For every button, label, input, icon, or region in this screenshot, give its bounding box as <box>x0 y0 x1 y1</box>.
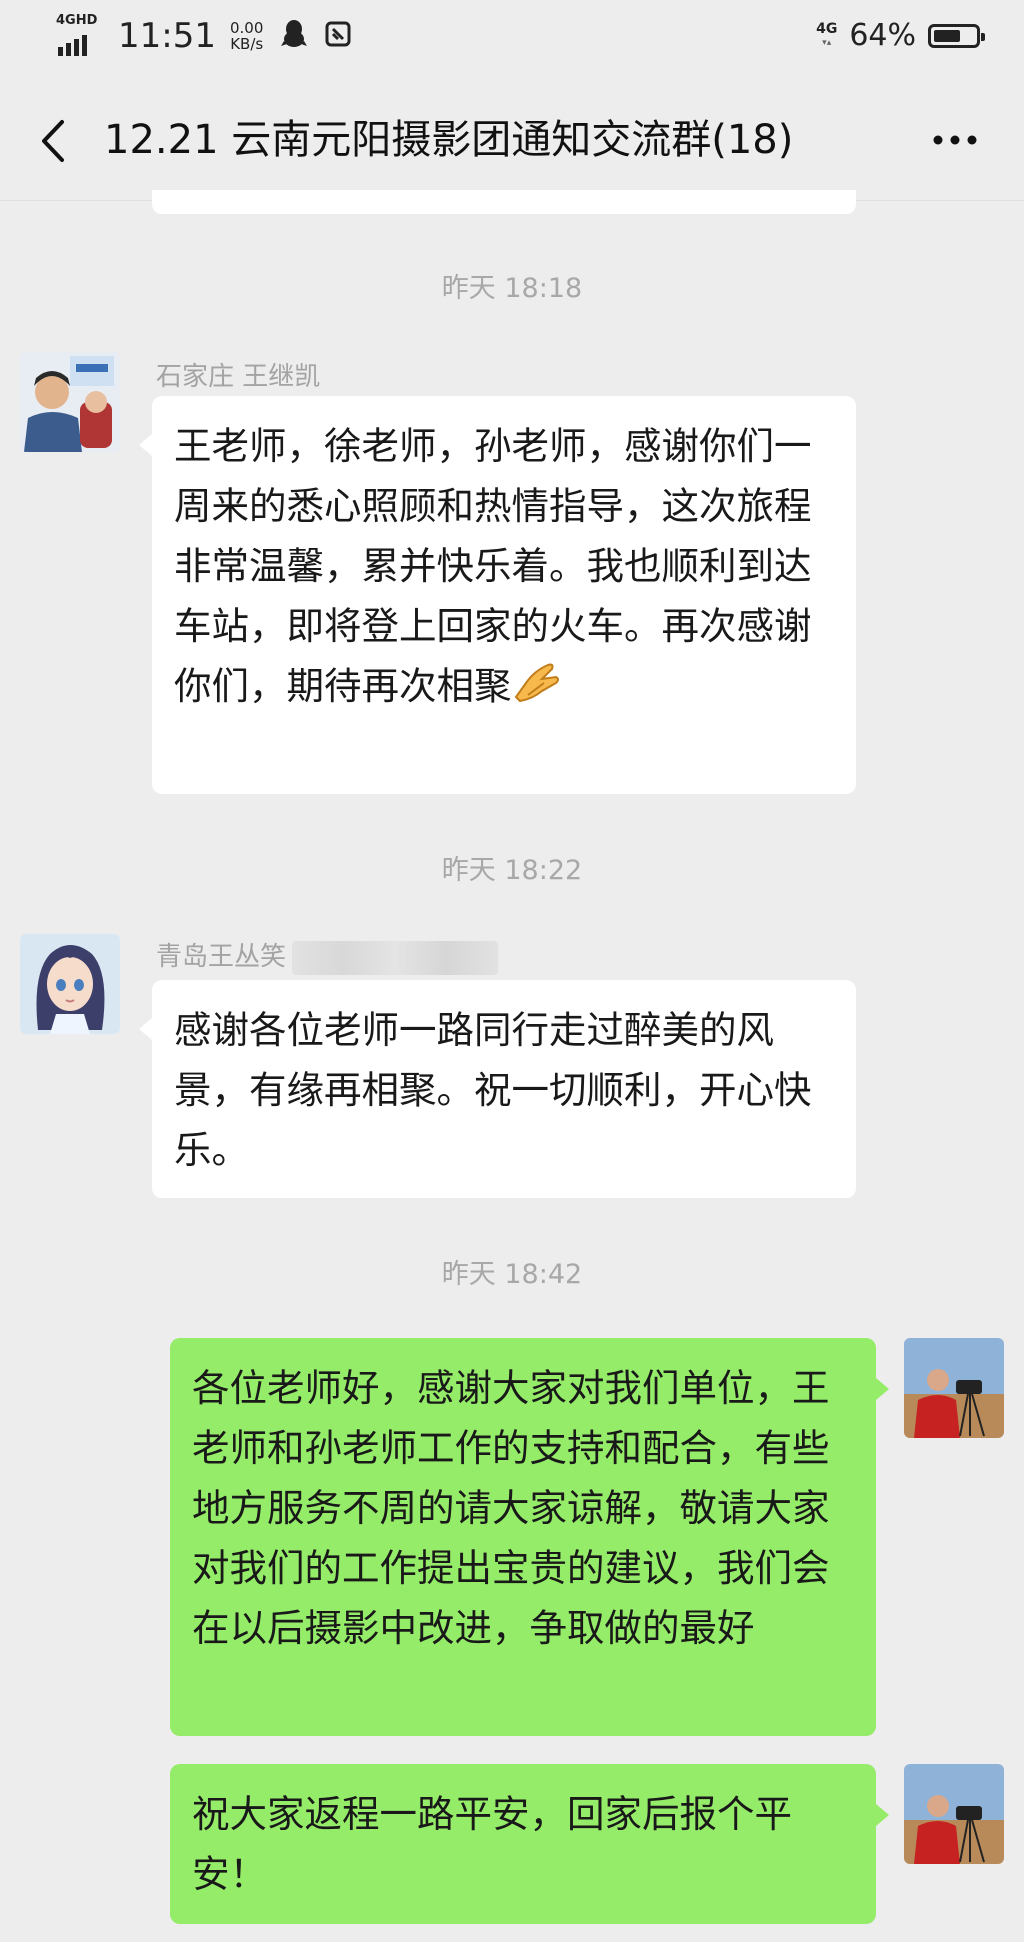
timestamp: 昨天 18:22 <box>441 855 583 886</box>
message-text: 王老师，徐老师，孙老师，感谢你们一周来的悉心照顾和热情指导，这次旅程非常温馨，累… <box>174 424 812 708</box>
message-text: 各位老师好，感谢大家对我们单位，王老师和孙老师工作的支持和配合，有些地方服务不周… <box>192 1366 830 1650</box>
message-bubble[interactable]: 各位老师好，感谢大家对我们单位，王老师和孙老师工作的支持和配合，有些地方服务不周… <box>170 1338 876 1736</box>
signal-icon: 4GHD <box>56 14 104 58</box>
mobile-data-icon: 4G ▾▴ <box>816 20 838 48</box>
timestamp: 昨天 18:42 <box>441 1259 583 1290</box>
folded-hands-icon <box>512 657 562 720</box>
speed-unit: KB/s <box>230 35 264 53</box>
more-dots-icon[interactable] <box>930 130 980 150</box>
chat-title: 12.21 云南元阳摄影团通知交流群(18) <box>104 117 794 163</box>
sender-name: 青岛王丛笑 <box>156 942 287 972</box>
sender-name: 石家庄 王继凯 <box>156 362 321 392</box>
message-bubble[interactable]: 祝大家返程一路平安，回家后报个平安！ <box>170 1764 876 1924</box>
chevron-left-icon[interactable] <box>34 116 74 166</box>
blurred-name-suffix <box>292 940 499 975</box>
avatar[interactable] <box>20 934 120 1034</box>
battery-icon <box>928 23 985 48</box>
battery-fill <box>934 29 960 42</box>
net-type: 4G <box>816 20 838 37</box>
previous-message-bubble <box>152 190 856 214</box>
network-speed: 0.00 KB/s <box>230 20 263 52</box>
status-right: 4G ▾▴ 64% <box>816 18 985 53</box>
message-bubble[interactable]: 王老师，徐老师，孙老师，感谢你们一周来的悉心照顾和热情指导，这次旅程非常温馨，累… <box>152 396 856 794</box>
message-text: 感谢各位老师一路同行走过醉美的风景，有缘再相聚。祝一切顺利，开心快乐。 <box>174 1008 812 1172</box>
data-saver-icon <box>325 20 351 52</box>
battery-percent: 64% <box>849 18 916 53</box>
clock: 11:51 <box>118 16 216 56</box>
qq-penguin-icon <box>281 19 308 53</box>
message-bubble[interactable]: 感谢各位老师一路同行走过醉美的风景，有缘再相聚。祝一切顺利，开心快乐。 <box>152 980 856 1198</box>
status-bar: 4GHD 11:51 0.00 KB/s 4G ▾▴ 64% <box>0 0 1024 80</box>
speed-value: 0.00 <box>229 19 264 37</box>
timestamp: 昨天 18:18 <box>441 273 583 304</box>
status-left: 4GHD 11:51 0.00 KB/s <box>56 14 351 58</box>
message-text: 祝大家返程一路平安，回家后报个平安！ <box>192 1792 792 1896</box>
network-label: 4GHD <box>56 13 98 28</box>
avatar[interactable] <box>904 1338 1004 1438</box>
chat-header: 12.21 云南元阳摄影团通知交流群(18) <box>0 80 1024 201</box>
avatar[interactable] <box>20 352 120 452</box>
avatar[interactable] <box>904 1764 1004 1864</box>
